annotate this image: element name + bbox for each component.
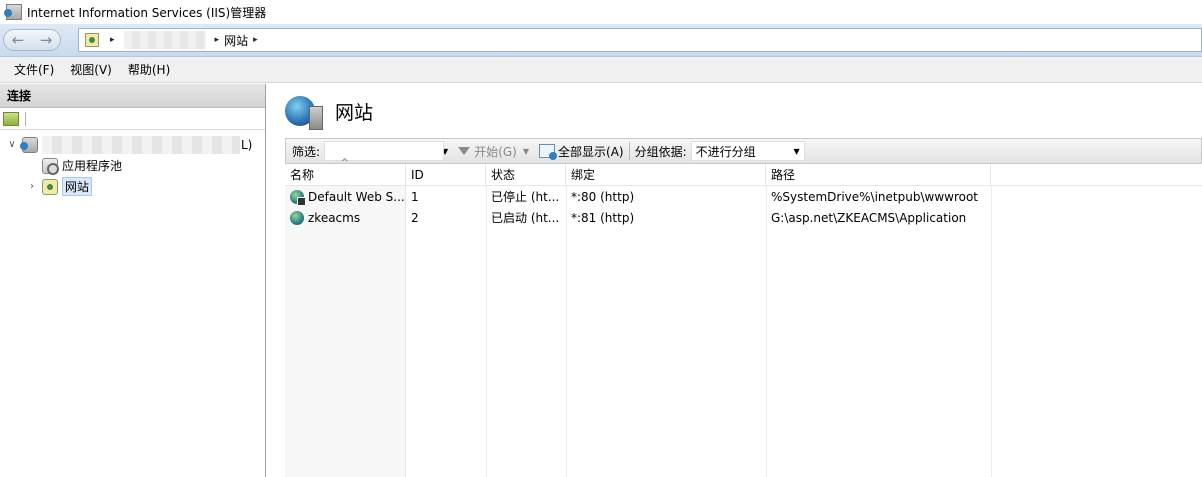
title-bar: Internet Information Services (IIS)管理器 [0, 0, 1202, 24]
sites-table: ^ 名称 ID 状态 绑定 路径 Default Web S... 1 已停止 … [285, 158, 1202, 477]
toolbar-divider [25, 111, 26, 126]
breadcrumb-separator-icon[interactable]: ▸ [253, 35, 258, 45]
window-title: Internet Information Services (IIS)管理器 [27, 5, 267, 20]
sites-folder-icon [42, 178, 58, 195]
site-binding: *:81 (http) [571, 211, 635, 225]
column-divider [486, 186, 487, 477]
site-name: zkeacms [308, 211, 361, 225]
site-status: 已启动 (ht... [491, 211, 560, 225]
server-name-suffix: L) [241, 137, 253, 152]
table-row[interactable]: Default Web S... 1 已停止 (ht... *:80 (http… [285, 187, 991, 208]
connections-tree: ∨ L) 应用程序池 › 网站 [0, 130, 265, 197]
sites-folder-icon [85, 33, 99, 47]
show-all-button[interactable]: 全部显示(A) [539, 143, 624, 160]
column-header-binding[interactable]: 绑定 [566, 164, 766, 185]
filter-label: 筛选: [292, 144, 321, 159]
nav-buttons: ← → [3, 29, 61, 51]
address-bar[interactable]: ▸ ▸ 网站 ▸ [78, 28, 1202, 52]
content-header: 网站 [285, 94, 374, 130]
connections-toolbar [0, 108, 265, 130]
site-binding: *:80 (http) [571, 190, 635, 204]
group-by-label: 分组依据: [634, 144, 687, 159]
tree-item-sites[interactable]: › 网站 [0, 176, 265, 197]
site-id: 2 [411, 211, 419, 225]
tree-item-label: 网站 [62, 177, 93, 196]
tree-item-server[interactable]: ∨ L) [0, 134, 265, 155]
back-arrow-icon[interactable]: ← [12, 30, 25, 50]
connections-panel: 连接 ∨ L) 应用程序池 › 网站 [0, 84, 266, 477]
start-dropdown-icon[interactable]: ▼ [523, 147, 529, 156]
iis-app-icon [4, 4, 22, 20]
chevron-down-icon: ▼ [793, 146, 800, 156]
collapse-chevron-icon[interactable]: ∨ [6, 139, 18, 150]
address-row: ← → ▸ ▸ 网站 ▸ [0, 24, 1202, 57]
app-pool-icon [42, 157, 59, 175]
show-all-label: 全部显示(A) [558, 144, 624, 159]
expand-chevron-icon[interactable]: › [26, 181, 38, 192]
page-title: 网站 [335, 101, 374, 124]
forward-arrow-icon[interactable]: → [40, 30, 53, 50]
site-status: 已停止 (ht... [491, 190, 560, 204]
menu-file[interactable]: 文件(F) [6, 61, 62, 78]
site-path: %SystemDrive%\inetpub\wwwroot [771, 190, 978, 204]
tree-item-app-pools[interactable]: 应用程序池 [0, 155, 265, 176]
tree-item-label: 应用程序池 [62, 159, 123, 173]
show-all-icon [539, 144, 558, 160]
menu-view[interactable]: 视图(V) [62, 61, 120, 78]
column-header-status[interactable]: 状态 [486, 164, 566, 185]
sort-ascending-icon: ^ [341, 158, 349, 168]
table-header: ^ 名称 ID 状态 绑定 路径 [285, 158, 1202, 186]
server-name-redacted [42, 135, 240, 154]
menu-help[interactable]: 帮助(H) [120, 61, 178, 78]
site-name-cell: Default Web S... [285, 187, 406, 208]
filter-bar: 筛选: ▼ 开始(G) ▼ 全部显示(A) 分组依据: 不进行分组 ▼ [285, 138, 1202, 164]
funnel-icon [458, 147, 471, 155]
connect-icon[interactable] [3, 111, 19, 126]
filter-separator [628, 142, 630, 160]
site-id: 1 [411, 190, 419, 204]
group-by-select[interactable]: 不进行分组 ▼ [690, 141, 805, 161]
site-stopped-icon [290, 189, 306, 206]
column-divider [566, 186, 567, 477]
start-filter-label: 开始(G) [474, 144, 517, 159]
breadcrumb-separator-icon[interactable]: ▸ [215, 35, 220, 45]
menu-bar: 文件(F) 视图(V) 帮助(H) [0, 57, 1202, 83]
breadcrumb-server-redacted[interactable] [123, 31, 206, 49]
table-row[interactable]: zkeacms 2 已启动 (ht... *:81 (http) G:\asp.… [285, 208, 991, 229]
name-column-background [285, 186, 406, 477]
column-header-path[interactable]: 路径 [766, 164, 991, 185]
server-icon [20, 136, 38, 153]
site-name-cell: zkeacms [285, 208, 406, 229]
site-started-icon [290, 210, 304, 225]
group-by-value: 不进行分组 [695, 144, 756, 159]
column-divider [766, 186, 767, 477]
column-divider [991, 186, 992, 477]
site-name: Default Web S... [308, 190, 405, 204]
content-panel: 网站 筛选: ▼ 开始(G) ▼ 全部显示(A) 分组依据: 不进行分组 ▼ ^… [271, 84, 1202, 477]
connections-header: 连接 [0, 84, 265, 108]
sites-globe-icon [285, 96, 323, 130]
start-filter-button[interactable]: 开始(G) [458, 143, 517, 160]
column-header-id[interactable]: ID [406, 164, 486, 185]
site-path: G:\asp.net\ZKEACMS\Application [771, 211, 967, 225]
breadcrumb-current[interactable]: 网站 [224, 32, 248, 49]
breadcrumb-separator-icon[interactable]: ▸ [110, 35, 115, 45]
